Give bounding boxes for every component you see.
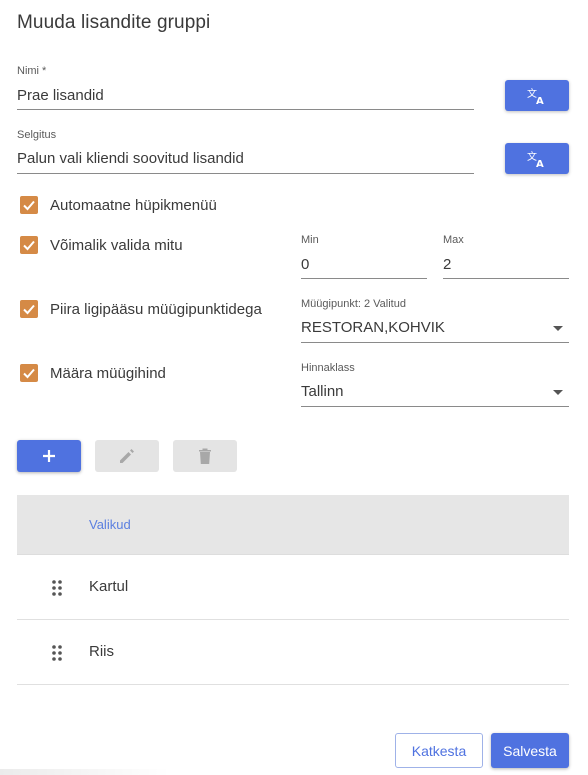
translate-icon: 文 A xyxy=(527,150,544,168)
plus-icon xyxy=(43,450,55,462)
min-field-label: Min xyxy=(301,234,319,246)
translate-icon: 文 A xyxy=(527,87,544,105)
price-class-select-label: Hinnaklass xyxy=(301,362,355,374)
translate-name-button[interactable]: 文 A xyxy=(505,80,569,111)
cancel-button[interactable]: Katkesta xyxy=(395,733,483,768)
pencil-icon xyxy=(120,449,134,463)
checkbox-checked-icon xyxy=(20,196,38,214)
add-item-button[interactable] xyxy=(17,440,81,472)
drag-handle-icon[interactable] xyxy=(51,579,63,597)
set-price-label: Määra müügihind xyxy=(50,364,166,382)
pos-select-value: RESTORAN,KOHVIK xyxy=(301,319,445,336)
edit-item-button[interactable] xyxy=(95,440,159,472)
max-field-label: Max xyxy=(443,234,464,246)
save-button[interactable]: Salvesta xyxy=(491,733,569,768)
description-field-label: Selgitus xyxy=(17,129,57,141)
dropdown-arrow-icon xyxy=(553,326,563,331)
row-label: Kartul xyxy=(89,578,129,595)
min-field[interactable]: 0 xyxy=(301,253,427,279)
name-field[interactable]: Prae lisandid xyxy=(17,84,474,110)
drag-handle-icon[interactable] xyxy=(51,644,63,662)
restrict-pos-checkbox[interactable]: Piira ligipääsu müügipunktidega xyxy=(20,300,262,318)
table-row[interactable]: Kartul xyxy=(17,555,569,620)
min-field-value: 0 xyxy=(301,256,310,273)
set-price-checkbox[interactable]: Määra müügihind xyxy=(20,364,166,382)
dropdown-arrow-icon xyxy=(553,390,563,395)
auto-popup-label: Automaatne hüpikmenüü xyxy=(50,196,217,214)
checkbox-checked-icon xyxy=(20,364,38,382)
multi-select-checkbox[interactable]: Võimalik valida mitu xyxy=(20,236,183,254)
multi-select-label: Võimalik valida mitu xyxy=(50,236,183,254)
auto-popup-checkbox[interactable]: Automaatne hüpikmenüü xyxy=(20,196,217,214)
table-header: Valikud xyxy=(17,495,569,555)
checkbox-checked-icon xyxy=(20,300,38,318)
svg-text:A: A xyxy=(536,159,544,168)
max-field[interactable]: 2 xyxy=(443,253,569,279)
table-header-label[interactable]: Valikud xyxy=(89,517,131,532)
description-field-value: Palun vali kliendi soovitud lisandid xyxy=(17,150,244,167)
pos-select[interactable]: RESTORAN,KOHVIK xyxy=(301,316,569,343)
bottom-shadow xyxy=(0,769,170,775)
trash-icon xyxy=(199,448,211,464)
price-class-select[interactable]: Tallinn xyxy=(301,380,569,407)
name-field-value: Prae lisandid xyxy=(17,87,104,104)
max-field-value: 2 xyxy=(443,256,452,273)
svg-text:A: A xyxy=(536,96,544,105)
translate-description-button[interactable]: 文 A xyxy=(505,143,569,174)
restrict-pos-label: Piira ligipääsu müügipunktidega xyxy=(50,300,262,318)
price-class-select-value: Tallinn xyxy=(301,383,344,400)
options-table: Valikud Kartul Riis xyxy=(17,495,569,685)
table-row[interactable]: Riis xyxy=(17,620,569,685)
delete-item-button[interactable] xyxy=(173,440,237,472)
name-field-label: Nimi * xyxy=(17,65,47,77)
row-label: Riis xyxy=(89,643,114,660)
checkbox-checked-icon xyxy=(20,236,38,254)
dialog-title: Muuda lisandite gruppi xyxy=(17,12,211,33)
pos-select-label: Müügipunkt: 2 Valitud xyxy=(301,298,406,310)
description-field[interactable]: Palun vali kliendi soovitud lisandid xyxy=(17,147,474,174)
